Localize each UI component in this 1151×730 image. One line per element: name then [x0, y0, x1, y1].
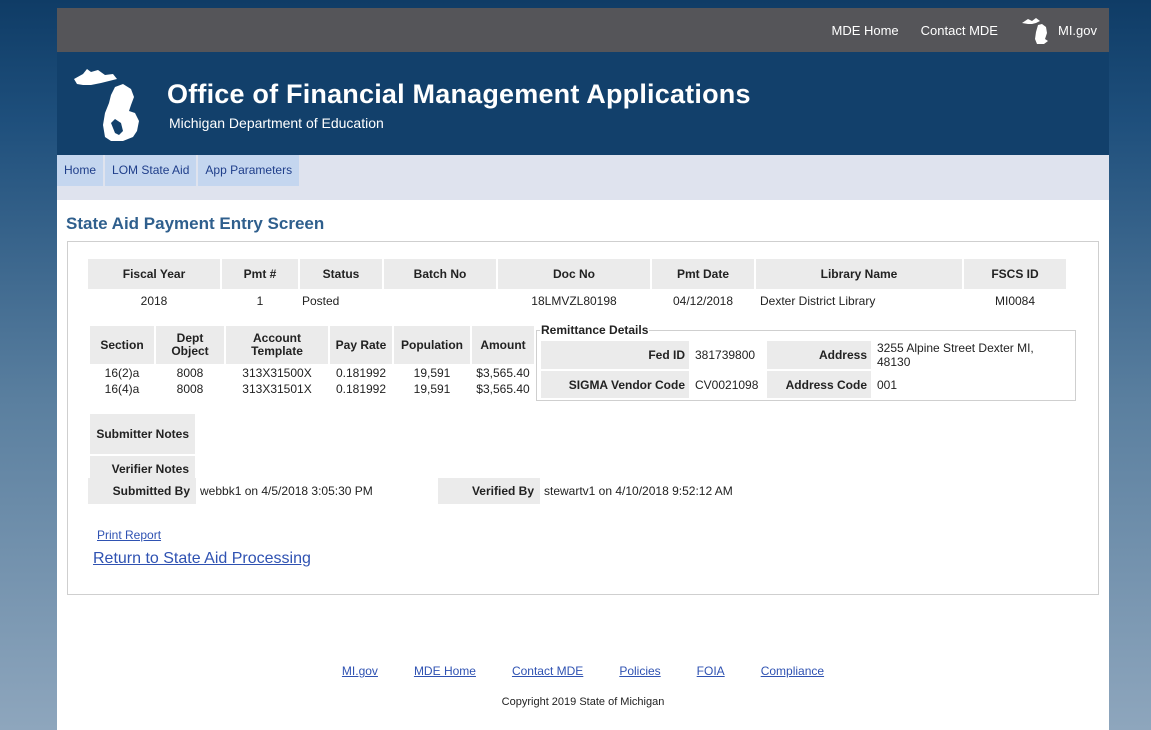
- payment-panel: Fiscal Year Pmt # Status Batch No Doc No…: [67, 241, 1099, 595]
- col-pay-rate: Pay Rate: [330, 326, 392, 364]
- michigan-map-icon: [1021, 18, 1048, 44]
- col-pmt-date: Pmt Date: [652, 259, 754, 289]
- population-value: 19,591: [413, 366, 451, 380]
- section-value: 16(2)a: [104, 366, 140, 380]
- footer-links: MI.gov MDE Home Contact MDE Policies FOI…: [57, 664, 1109, 678]
- header-title: Office of Financial Management Applicati…: [167, 79, 751, 109]
- address-code-label: Address Code: [767, 371, 871, 398]
- nav-lom-state-aid[interactable]: LOM State Aid: [105, 155, 197, 186]
- col-pmt-num: Pmt #: [222, 259, 298, 289]
- footer-contact-mde-link[interactable]: Contact MDE: [512, 664, 583, 678]
- submitter-notes-label: Submitter Notes: [90, 414, 195, 454]
- batch-no-value: [384, 291, 496, 311]
- vendor-code-label: SIGMA Vendor Code: [541, 371, 689, 398]
- col-fiscal-year: Fiscal Year: [88, 259, 220, 289]
- michigan-map-icon: [74, 69, 139, 141]
- fed-id-label: Fed ID: [541, 341, 689, 369]
- doc-no-value: 18LMVZL80198: [531, 294, 617, 308]
- fed-id-value: 381739800: [695, 348, 756, 362]
- footer-mde-home-link[interactable]: MDE Home: [414, 664, 476, 678]
- table-row: 16(4)a 8008 313X31501X 0.181992 19,591 $…: [90, 382, 534, 396]
- footer-foia-link[interactable]: FOIA: [697, 664, 725, 678]
- dept-object-value: 8008: [176, 382, 204, 396]
- col-dept-object: Dept Object: [156, 326, 224, 364]
- verified-by-value: stewartv1 on 4/10/2018 9:52:12 AM: [544, 484, 733, 498]
- return-link[interactable]: Return to State Aid Processing: [93, 550, 311, 568]
- print-report-link[interactable]: Print Report: [97, 528, 161, 542]
- col-population: Population: [394, 326, 470, 364]
- contact-mde-link[interactable]: Contact MDE: [921, 23, 998, 38]
- verified-by-label: Verified By: [438, 478, 540, 504]
- dept-object-value: 8008: [176, 366, 204, 380]
- fscs-id-value: MI0084: [994, 294, 1036, 308]
- table-row: 2018 1 Posted 18LMVZL80198 04/12/2018 De…: [88, 291, 1066, 311]
- col-fscs-id: FSCS ID: [964, 259, 1066, 289]
- account-template-value: 313X31500X: [242, 366, 312, 380]
- page-title: State Aid Payment Entry Screen: [66, 214, 325, 233]
- verified-by-row: Verified By stewartv1 on 4/10/2018 9:52:…: [438, 478, 733, 504]
- mde-home-link[interactable]: MDE Home: [831, 23, 898, 38]
- copyright: Copyright 2019 State of Michigan: [501, 696, 665, 708]
- nav-bar: Home LOM State Aid App Parameters: [57, 155, 1109, 200]
- remittance-table: Fed ID 381739800 Address 3255 Alpine Str…: [539, 339, 1075, 400]
- remittance-details: Remittance Details Fed ID 381739800 Addr…: [536, 323, 1076, 401]
- address-value: 3255 Alpine Street Dexter MI, 48130: [877, 341, 1034, 369]
- fiscal-year-value: 2018: [140, 294, 168, 308]
- notes-table: Submitter Notes Verifier Notes: [88, 412, 197, 484]
- submitted-by-value: webbk1 on 4/5/2018 3:05:30 PM: [200, 484, 373, 498]
- pmt-date-value: 04/12/2018: [672, 294, 734, 308]
- nav-app-parameters[interactable]: App Parameters: [198, 155, 300, 186]
- top-bar: MDE Home Contact MDE MI.gov: [57, 8, 1109, 52]
- migov-label: MI.gov: [1057, 22, 1097, 38]
- pay-rate-value: 0.181992: [335, 382, 387, 396]
- payment-table: Fiscal Year Pmt # Status Batch No Doc No…: [86, 257, 1068, 313]
- col-library-name: Library Name: [756, 259, 962, 289]
- section-table: Section Dept Object Account Template Pay…: [88, 324, 536, 398]
- submitted-by-row: Submitted By webbk1 on 4/5/2018 3:05:30 …: [88, 478, 373, 504]
- pmt-num-value: 1: [256, 294, 264, 308]
- col-doc-no: Doc No: [498, 259, 650, 289]
- library-name-value: Dexter District Library: [760, 294, 876, 308]
- vendor-code-value: CV0021098: [695, 377, 759, 392]
- address-code-value: 001: [877, 377, 898, 392]
- submitted-by-label: Submitted By: [88, 478, 196, 504]
- population-value: 19,591: [413, 382, 451, 396]
- section-value: 16(4)a: [104, 382, 140, 396]
- migov-link[interactable]: MI.gov: [1020, 15, 1097, 45]
- nav-home[interactable]: Home: [57, 155, 104, 186]
- amount-value: $3,565.40: [476, 382, 530, 396]
- amount-value: $3,565.40: [476, 366, 530, 380]
- col-account-template: Account Template: [226, 326, 328, 364]
- header-subtitle: Michigan Department of Education: [169, 115, 384, 131]
- col-amount: Amount: [472, 326, 534, 364]
- address-label: Address: [767, 341, 871, 369]
- col-section: Section: [90, 326, 154, 364]
- page-container: MDE Home Contact MDE MI.gov Office of Fi…: [57, 8, 1109, 730]
- col-status: Status: [300, 259, 382, 289]
- footer-policies-link[interactable]: Policies: [619, 664, 660, 678]
- status-value: Posted: [302, 294, 340, 308]
- account-template-value: 313X31501X: [242, 382, 312, 396]
- footer-migov-link[interactable]: MI.gov: [342, 664, 378, 678]
- table-row: 16(2)a 8008 313X31500X 0.181992 19,591 $…: [90, 366, 534, 380]
- site-header: Office of Financial Management Applicati…: [57, 52, 1109, 155]
- footer-compliance-link[interactable]: Compliance: [761, 664, 824, 678]
- remittance-legend: Remittance Details: [540, 323, 650, 337]
- col-batch-no: Batch No: [384, 259, 496, 289]
- pay-rate-value: 0.181992: [335, 366, 387, 380]
